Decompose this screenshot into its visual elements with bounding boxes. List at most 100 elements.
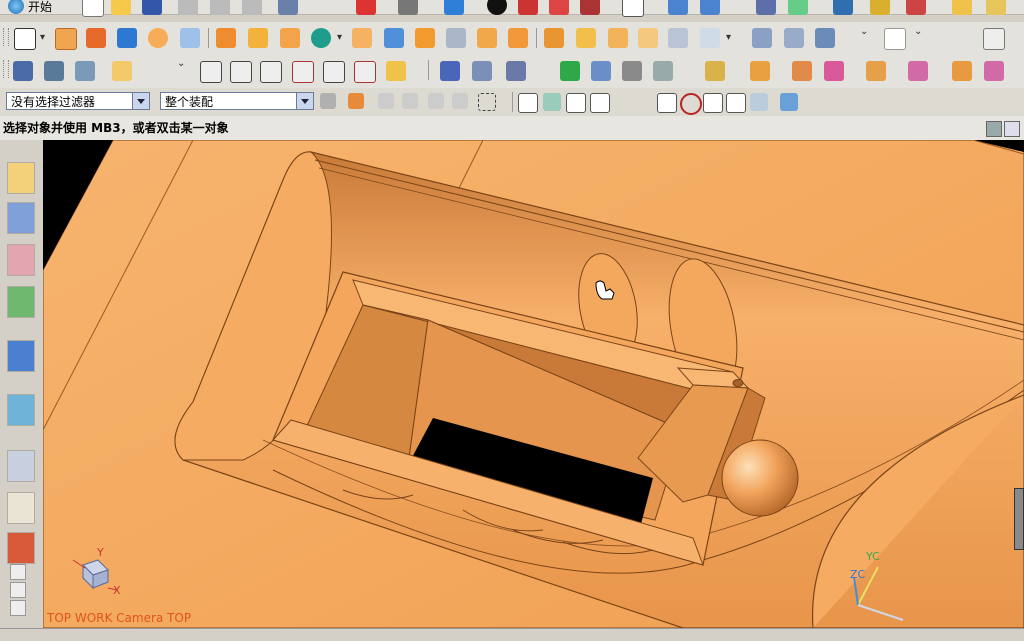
surface-icon[interactable] [608,28,628,48]
datum-icon[interactable] [752,28,772,48]
roles-icon[interactable] [7,532,35,564]
ruler-icon[interactable] [952,0,972,15]
viewport-scrollbar[interactable] [1014,488,1024,550]
pocket-icon[interactable] [280,28,300,48]
assembly-icon[interactable] [705,61,725,81]
cut-icon[interactable] [178,0,198,15]
orient-view-icon[interactable] [398,0,418,15]
select-body-icon[interactable] [402,93,418,109]
type-filter-dropdown[interactable]: 没有选择过滤器 [6,92,150,110]
spring-icon[interactable] [472,61,492,81]
check-icon[interactable] [560,61,580,81]
block-icon[interactable] [117,28,137,48]
cylinder-icon[interactable] [148,28,168,48]
shaded-icon[interactable] [444,0,464,15]
layer-settings-icon[interactable] [75,61,95,81]
new-file-icon[interactable] [82,0,104,17]
tool-icon[interactable] [506,61,526,81]
clone-icon[interactable] [952,61,972,81]
replace-component-icon[interactable] [984,61,1004,81]
curve-icon[interactable] [668,28,688,48]
layer-icon[interactable] [44,61,64,81]
snap-midpoint-icon[interactable] [543,93,561,111]
overflow-chevron-icon[interactable]: ⌄ [914,26,922,37]
through-curves-icon[interactable] [260,61,282,83]
toolbar-grip[interactable] [3,60,9,78]
boss-icon[interactable] [248,28,268,48]
scroll-up-icon[interactable] [10,564,26,580]
grid-icon[interactable] [622,61,642,81]
analysis-red-icon[interactable] [549,0,569,15]
snap-control-icon[interactable] [590,93,610,113]
sketch-icon[interactable] [14,28,36,50]
snap-arc-center-icon[interactable] [634,93,652,111]
constraint-navigator-icon[interactable] [7,202,35,234]
wcs-icon[interactable] [13,61,33,81]
hole-icon[interactable] [216,28,236,48]
chevron-down-icon[interactable] [296,93,313,109]
assembly-red-icon[interactable] [906,0,926,15]
snap-quadrant-icon[interactable] [680,93,702,115]
blend-icon[interactable] [446,28,466,48]
snap-on-curve-icon[interactable] [726,93,746,113]
mate-icon[interactable] [792,61,812,81]
analysis-icon[interactable] [591,61,611,81]
undo-icon[interactable] [278,0,298,15]
render-icon[interactable] [580,0,600,15]
select-feature-icon[interactable] [428,93,444,109]
edit-curve-icon[interactable] [815,28,835,48]
section-icon[interactable] [386,61,406,81]
process-studio-icon[interactable] [7,492,35,524]
pencil-icon[interactable] [788,0,808,15]
part-navigator-icon[interactable] [7,244,35,276]
snap-intersection-icon[interactable] [612,93,630,111]
rectangle-select-icon[interactable] [478,93,496,111]
table-icon[interactable] [756,0,776,15]
extrude-icon[interactable] [55,28,77,50]
reference-set-icon[interactable] [908,61,928,81]
snap-center-icon[interactable] [657,93,677,113]
shell-icon[interactable] [508,28,528,48]
sphere-icon[interactable] [180,28,200,48]
selection-scope-dropdown[interactable]: 整个装配 [160,92,314,110]
feature-icon[interactable] [415,28,435,48]
assembly-navigator-icon[interactable] [7,162,35,194]
studio-icon[interactable] [487,0,507,15]
revolve-icon[interactable] [86,28,106,48]
pad-icon[interactable] [311,28,331,48]
copy-icon[interactable] [210,0,230,15]
select-face-icon[interactable] [452,93,468,109]
paste-icon[interactable] [242,0,262,15]
snap-bounded-icon[interactable] [780,93,798,111]
graphics-window[interactable]: Y X YC ZC TOP WORK Camera TOP [43,140,1024,628]
chamfer-icon[interactable] [477,28,497,48]
surface-grid-icon[interactable] [784,28,804,48]
cylinder-feature-icon[interactable] [440,61,460,81]
basic-curve-icon[interactable] [884,28,906,50]
frame-icon[interactable] [622,0,644,17]
snap-existing-point-icon[interactable] [703,93,723,113]
grid-setting-icon[interactable] [986,0,1006,15]
sketch-tools-icon[interactable] [870,0,890,15]
overflow-chevron-icon[interactable]: ⌄ [860,26,868,37]
snap-icon[interactable] [833,0,853,15]
start-menu-button[interactable]: 开始 [8,0,68,14]
open-folder-icon[interactable] [111,0,131,15]
chevron-down-icon[interactable] [132,93,149,109]
dropdown-arrow-icon[interactable]: ▾ [40,32,45,43]
clock-icon[interactable] [7,450,35,482]
filter-settings-icon[interactable] [320,93,336,109]
restore-icon[interactable] [986,121,1002,137]
history-icon[interactable] [7,394,35,426]
overflow-chevron-icon[interactable]: ⌄ [177,58,185,69]
point-icon[interactable] [983,28,1005,50]
snap-line-icon[interactable] [566,93,586,113]
slot-icon[interactable] [352,28,372,48]
reuse-library-icon[interactable] [7,286,35,318]
snap-point-icon[interactable] [348,93,364,109]
transform-icon[interactable] [356,0,376,15]
undo-select-icon[interactable] [378,93,394,109]
datum-csys-icon[interactable] [653,61,673,81]
offset-face-icon[interactable] [576,28,596,48]
draft-icon[interactable] [544,28,564,48]
